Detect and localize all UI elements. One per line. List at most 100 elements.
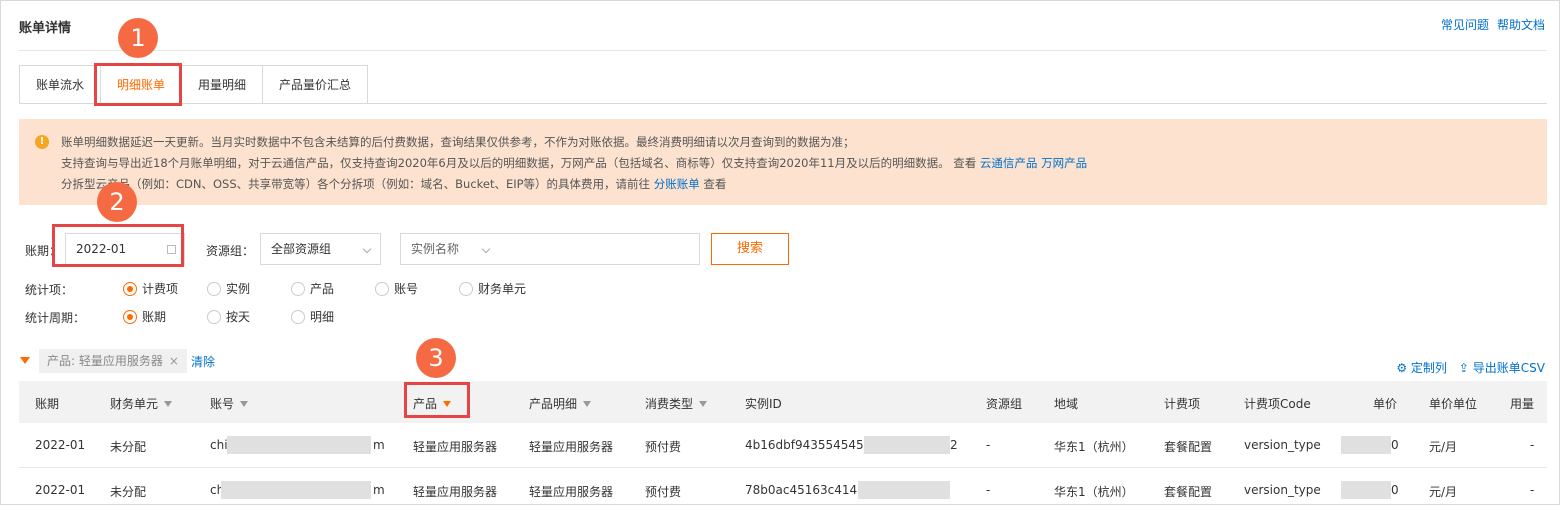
radio-finance-unit[interactable]: 财务单元 <box>459 280 526 297</box>
info-icon: ! <box>35 135 49 149</box>
redacted-price <box>1341 436 1391 454</box>
notice-line-1: 账单明细数据延迟一天更新。当月实时数据中不包含未结算的后付费数据，查询结果仅供参… <box>61 135 855 149</box>
clear-filters-link[interactable]: 清除 <box>191 353 215 370</box>
cell-period: 2022-01 <box>35 438 86 452</box>
cell-region: 华东1（杭州） <box>1054 485 1134 499</box>
step-marker: 1 <box>118 18 158 58</box>
radio-dot <box>291 309 305 324</box>
col-product-detail[interactable]: 产品明细 <box>529 395 592 412</box>
cell-product: 轻量应用服务器 <box>413 440 498 454</box>
col-account[interactable]: 账号 <box>210 395 249 412</box>
cell-account-tail: m <box>373 483 385 497</box>
notice-banner: ! 账单明细数据延迟一天更新。当月实时数据中不包含未结算的后付费数据，查询结果仅… <box>19 119 1547 205</box>
table-header: 账期 财务单元 账号 产品 产品明细 消费类型 实例ID 资源组 地域 计费项 … <box>19 381 1547 423</box>
cell-account-tail: m <box>373 438 385 452</box>
cell-region: 华东1（杭州） <box>1054 440 1134 454</box>
cell-resource-group: - <box>986 483 991 497</box>
radio-dot <box>375 281 389 296</box>
radio-by-period[interactable]: 账期 <box>123 308 166 325</box>
radio-product[interactable]: 产品 <box>291 280 334 297</box>
instance-name-select[interactable]: 实例名称 <box>400 233 700 265</box>
radio-dot <box>459 281 473 296</box>
cell-usage: - <box>1530 438 1535 452</box>
cell-account: chi <box>210 438 228 452</box>
highlight-box <box>94 63 182 106</box>
radio-by-day[interactable]: 按天 <box>207 308 250 325</box>
filter-icon <box>20 357 30 364</box>
col-consumption-type[interactable]: 消费类型 <box>645 395 708 412</box>
chevron-down-icon <box>362 244 372 254</box>
cell-consumption-type: 预付费 <box>645 440 682 454</box>
radio-dot <box>207 281 221 296</box>
filter-icon[interactable] <box>240 400 249 407</box>
stat-item-label: 统计项： <box>25 283 74 297</box>
resource-group-select[interactable]: 全部资源组 <box>260 233 381 265</box>
highlight-box <box>52 224 184 267</box>
stat-period-label: 统计周期： <box>25 311 86 325</box>
tab-usage-detail[interactable]: 用量明细 <box>181 65 263 104</box>
cell-finance-unit: 未分配 <box>110 440 147 454</box>
col-finance-unit[interactable]: 财务单元 <box>110 395 173 412</box>
radio-detail[interactable]: 明细 <box>291 308 334 325</box>
cell-unit-price: 0 <box>1391 438 1399 452</box>
tab-bill-flow[interactable]: 账单流水 <box>19 65 101 104</box>
radio-dot <box>291 281 305 296</box>
customize-columns-button[interactable]: ⚙ 定制列 <box>1396 359 1447 376</box>
redacted-instance <box>864 436 950 454</box>
resource-group-label: 资源组： <box>206 244 255 258</box>
redacted-instance <box>858 481 950 499</box>
page-title: 账单详情 <box>19 21 72 36</box>
col-unit-price: 单价 <box>1373 397 1398 411</box>
tab-product-price-summary[interactable]: 产品量价汇总 <box>262 65 369 104</box>
search-button[interactable]: 搜索 <box>711 233 789 265</box>
cell-product: 轻量应用服务器 <box>413 485 498 499</box>
col-usage: 用量 <box>1510 397 1535 411</box>
redacted-account <box>227 436 371 454</box>
active-filter-chip[interactable]: 产品: 轻量应用服务器 × <box>39 349 187 373</box>
export-csv-button[interactable]: ⇪ 导出账单CSV <box>1459 359 1545 376</box>
title-divider <box>19 50 1547 51</box>
wanwang-link[interactable]: 万网产品 <box>1041 156 1087 170</box>
step-marker: 3 <box>416 338 456 378</box>
redacted-price <box>1341 481 1391 499</box>
cell-unit-price: 0 <box>1391 483 1399 497</box>
instance-name-placeholder: 实例名称 <box>411 242 460 256</box>
radio-dot <box>123 281 137 296</box>
table-row: 2022-01 未分配 ch m 轻量应用服务器 轻量应用服务器 预付费 78b… <box>19 468 1547 505</box>
faq-link[interactable]: 常见问题 <box>1441 16 1489 33</box>
cell-billing-item: 套餐配置 <box>1164 440 1213 454</box>
filter-icon[interactable] <box>164 400 173 407</box>
col-billing-item: 计费项 <box>1164 397 1201 411</box>
cell-finance-unit: 未分配 <box>110 485 147 499</box>
filter-icon[interactable] <box>583 400 592 407</box>
filter-icon[interactable] <box>699 400 708 407</box>
cloud-comm-link[interactable]: 云通信产品 <box>980 156 1038 170</box>
help-links: 常见问题 帮助文档 <box>1441 16 1545 33</box>
cell-price-unit: 元/月 <box>1429 485 1458 499</box>
tab-bar: 账单流水 明细账单 用量明细 产品量价汇总 <box>19 65 369 104</box>
split-bill-link[interactable]: 分账账单 <box>654 177 700 191</box>
close-icon[interactable]: × <box>169 354 179 368</box>
radio-account[interactable]: 账号 <box>375 280 418 297</box>
resource-group-value: 全部资源组 <box>271 242 332 256</box>
cell-instance-id: 78b0ac45163c41489 <box>745 483 873 497</box>
highlight-box <box>404 382 470 418</box>
cell-period: 2022-01 <box>35 483 86 497</box>
cell-consumption-type: 预付费 <box>645 485 682 499</box>
radio-billing-item[interactable]: 计费项 <box>123 280 178 297</box>
notice-line-2: 支持查询与导出近18个月账单明细，对于云通信产品，仅支持查询2020年6月及以后… <box>61 156 1088 170</box>
bill-detail-panel: 账单详情 常见问题 帮助文档 账单流水 明细账单 用量明细 产品量价汇总 ! 账… <box>0 0 1560 505</box>
cell-instance-tail: 2 <box>950 438 958 452</box>
cell-billing-code: version_type <box>1244 483 1321 497</box>
radio-instance[interactable]: 实例 <box>207 280 250 297</box>
tab-divider <box>367 103 1547 104</box>
col-billing-item-code: 计费项Code <box>1244 397 1311 411</box>
step-marker: 2 <box>97 182 137 222</box>
radio-dot <box>207 309 221 324</box>
col-period: 账期 <box>35 397 60 411</box>
help-docs-link[interactable]: 帮助文档 <box>1497 16 1545 33</box>
cell-price-unit: 元/月 <box>1429 440 1458 454</box>
col-resource-group: 资源组 <box>986 397 1023 411</box>
cell-billing-code: version_type <box>1244 438 1321 452</box>
cell-resource-group: - <box>986 438 991 452</box>
